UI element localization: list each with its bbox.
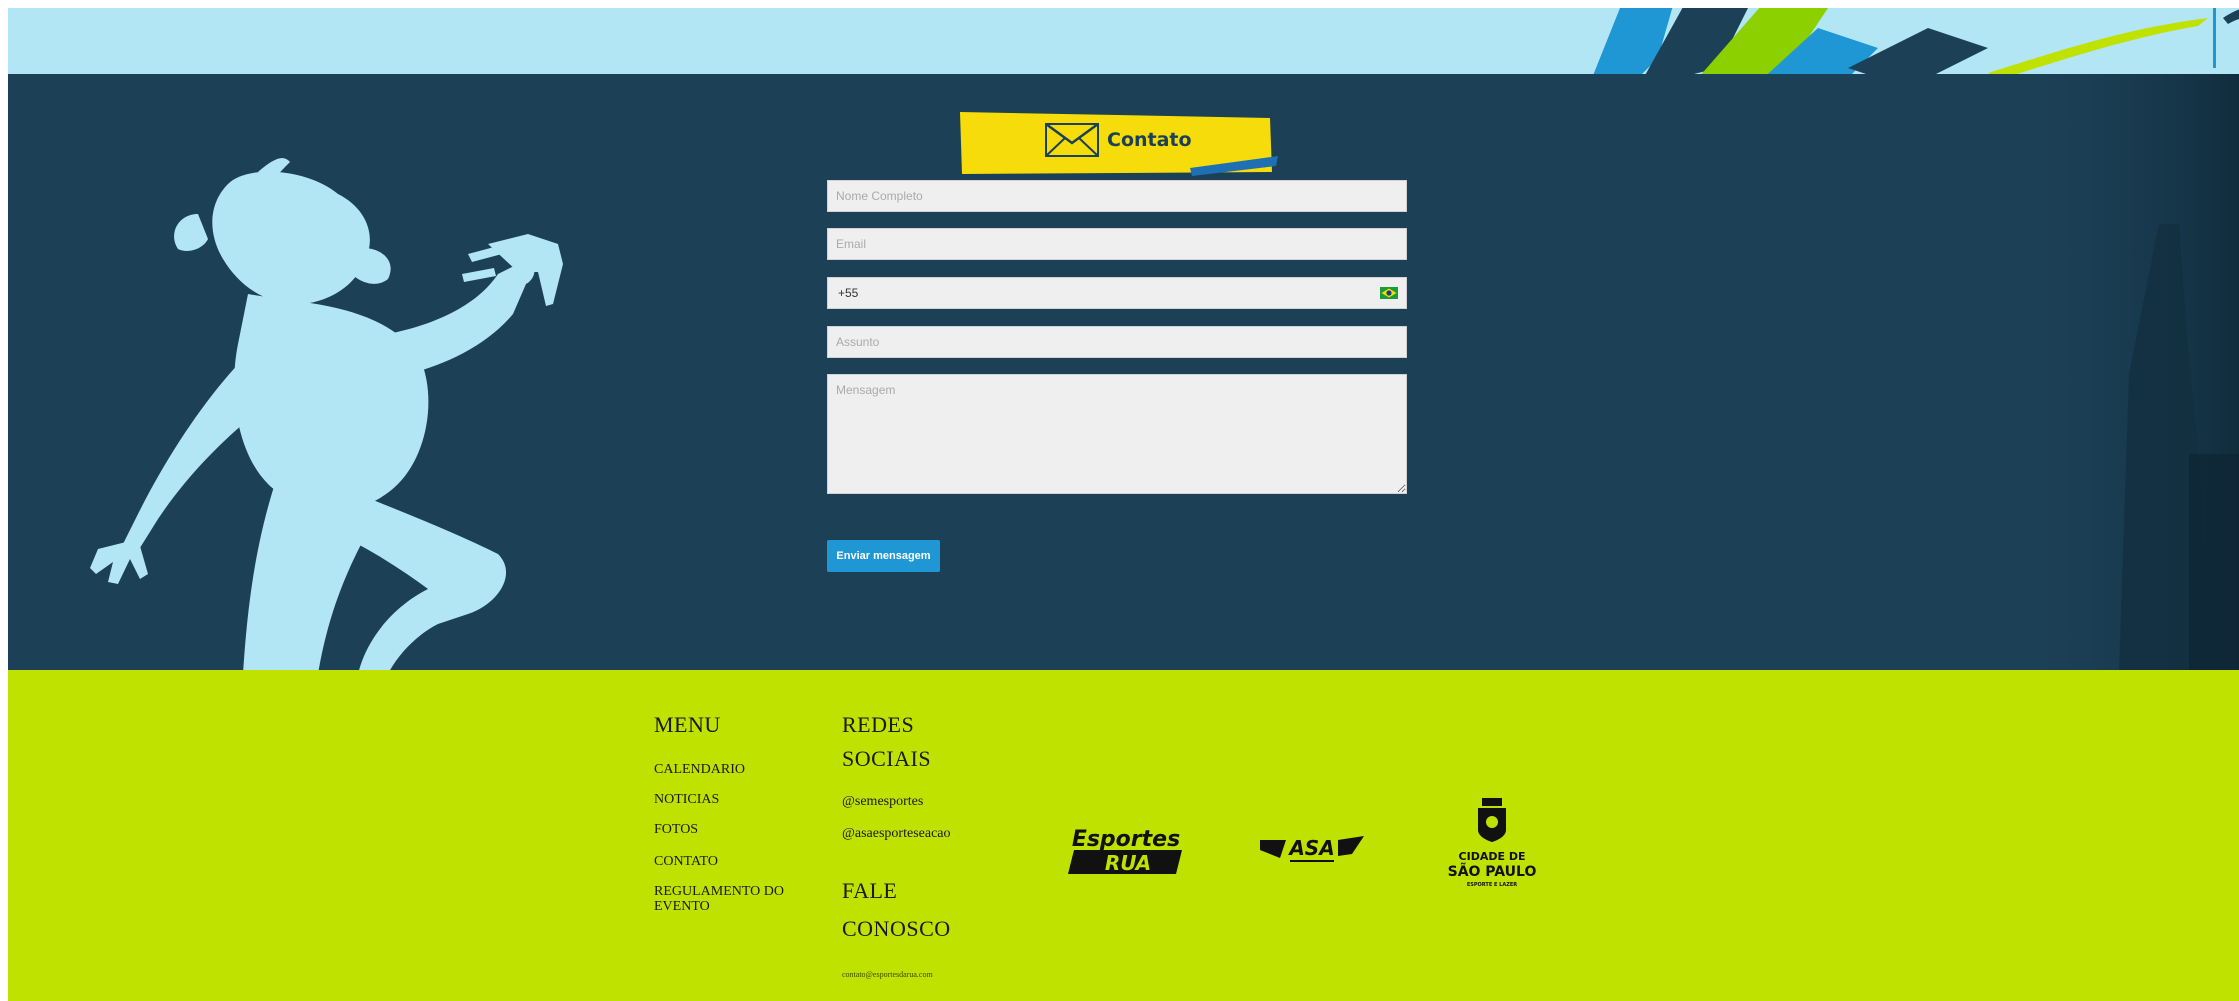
envelope-icon [1045, 123, 1099, 157]
email-input[interactable] [827, 228, 1407, 260]
send-message-button[interactable]: Enviar mensagem [827, 540, 940, 572]
menu-link-noticias[interactable]: NOTICIAS [654, 792, 719, 807]
esportes-logo-text: Esportes [1072, 827, 1180, 852]
phone-field-wrapper [827, 277, 1407, 309]
top-banner-strip [8, 8, 2239, 74]
asa-logo[interactable]: ASA [1260, 828, 1364, 868]
menu-link-regulamento[interactable]: REGULAMENTO DO EVENTO [654, 884, 794, 914]
city-logo-line1: CIDADE DE [1459, 850, 1526, 863]
contact-heading-line1: FALE [842, 878, 898, 903]
contact-heading-line2: CONOSCO [842, 916, 951, 941]
rua-logo-text: RUA [1105, 851, 1151, 875]
menu-link-fotos[interactable]: FOTOS [654, 822, 698, 837]
subject-input[interactable] [827, 326, 1407, 358]
menu-heading: MENU [654, 712, 721, 737]
social-heading-line2: SOCIAIS [842, 746, 932, 771]
brazil-flag-icon[interactable] [1380, 287, 1398, 299]
full-name-input[interactable] [827, 180, 1407, 212]
page: Contato Enviar mensagem MENU CALENDARIO … [8, 8, 2239, 1001]
dancer-silhouette-illustration [90, 158, 563, 670]
social-heading-line1: REDES [842, 712, 915, 737]
social-link-asaesporteseacao[interactable]: @asaesporteseacao [842, 826, 951, 842]
decorative-banner-art [1593, 8, 2239, 74]
contact-email-link[interactable]: contato@esportesdarua.com [842, 970, 933, 979]
asa-logo-text: ASA [1287, 836, 1334, 860]
contact-title: Contato [1107, 129, 1192, 151]
phone-input[interactable] [827, 277, 1407, 309]
message-textarea[interactable] [827, 374, 1407, 494]
cidade-de-sao-paulo-logo[interactable]: CIDADE DE SÃO PAULO ESPORTE E LAZER [1444, 796, 1540, 896]
social-link-semesportes[interactable]: @semesportes [842, 794, 923, 810]
city-crest-icon [1478, 798, 1506, 842]
contact-section: Contato Enviar mensagem [8, 74, 2239, 670]
city-logo-line3: ESPORTE E LAZER [1467, 882, 1517, 888]
menu-link-calendario[interactable]: CALENDARIO [654, 762, 745, 777]
menu-link-contato[interactable]: CONTATO [654, 854, 718, 869]
contact-title-badge: Contato [960, 110, 1278, 180]
esportes-da-rua-logo[interactable]: Esportes RUA [1066, 820, 1186, 880]
city-logo-line2: SÃO PAULO [1448, 863, 1537, 880]
footer: MENU CALENDARIO NOTICIAS FOTOS CONTATO R… [8, 670, 2239, 1001]
background-photo-shade [2009, 74, 2239, 670]
badge-content: Contato [1045, 123, 1192, 157]
